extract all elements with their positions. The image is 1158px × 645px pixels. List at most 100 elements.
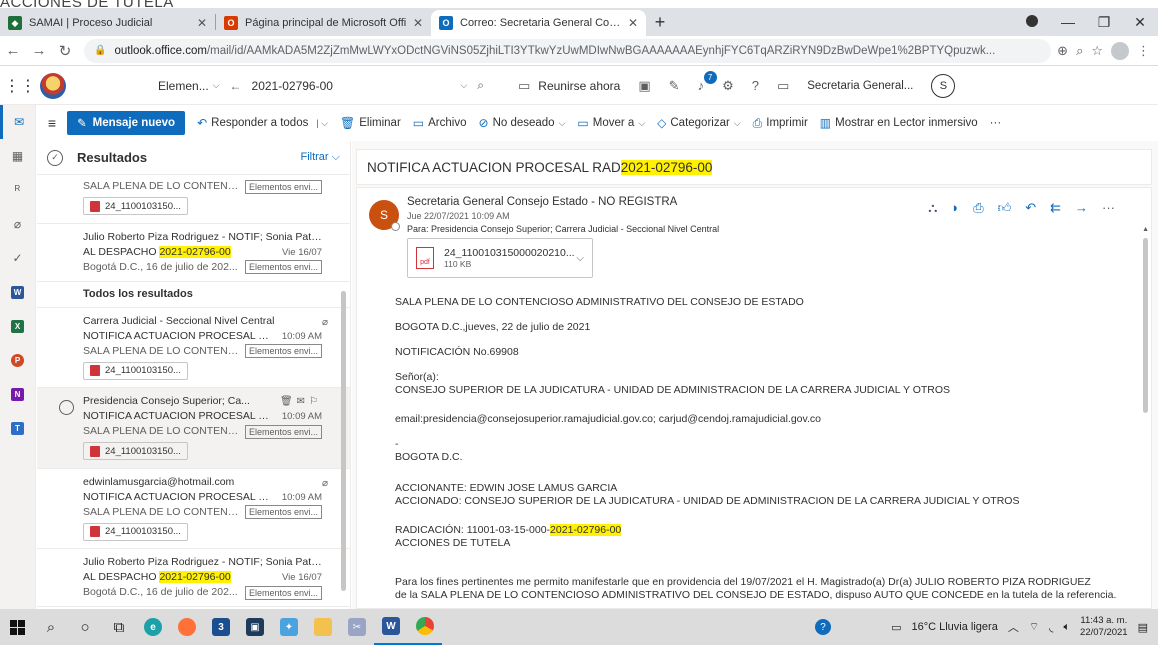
search-box[interactable]: Elemen... ⌵ ← 2021-02796-00 ⌵ ⌕ bbox=[158, 78, 498, 93]
star-icon[interactable]: ☆ bbox=[1091, 43, 1103, 59]
install-app-icon[interactable]: ⊕ bbox=[1057, 43, 1068, 59]
zoom-icon[interactable]: ⌕ bbox=[1076, 43, 1083, 59]
more-icon[interactable]: ··· bbox=[1102, 200, 1115, 216]
chrome-icon[interactable] bbox=[408, 609, 442, 645]
help-icon[interactable]: ? bbox=[752, 78, 759, 93]
powerpoint-icon[interactable]: P bbox=[0, 343, 35, 377]
close-icon[interactable]: ✕ bbox=[413, 16, 423, 30]
profile-icon[interactable] bbox=[1014, 14, 1050, 30]
attachment-card[interactable]: pdf 24_110010315000020210... 110 KB ⌵ bbox=[407, 238, 593, 278]
sender-name[interactable]: Secretaria General Consejo Estado - NO R… bbox=[407, 196, 677, 208]
calendar-icon[interactable]: ▦ bbox=[0, 139, 35, 173]
search-icon[interactable]: ⌕ bbox=[477, 78, 484, 93]
settings-icon[interactable]: ⚙ bbox=[722, 78, 734, 94]
move-to-button[interactable]: ▭ Mover a ⌵ bbox=[577, 116, 645, 130]
close-icon[interactable]: ✕ bbox=[197, 16, 207, 30]
task-view-icon[interactable]: ⧉ bbox=[102, 609, 136, 645]
account-name[interactable]: Secretaria General... bbox=[807, 80, 913, 92]
app-icon[interactable]: ✦ bbox=[272, 609, 306, 645]
todo-rail-icon[interactable]: ✓ bbox=[0, 241, 35, 275]
tab-outlook[interactable]: O Correo: Secretaria General Conse ✕ bbox=[431, 10, 646, 36]
tray-chevron-icon[interactable]: ︿ bbox=[1008, 619, 1019, 635]
print-icon[interactable]: ⎙ bbox=[973, 200, 983, 216]
url-input[interactable]: 🔒 outlook.office.com/mail/id/AAMkADA5M2Z… bbox=[84, 38, 1052, 63]
scroll-up-icon[interactable]: ▲ bbox=[1142, 226, 1149, 233]
list-item[interactable]: ⌀ Carrera Judicial - Seccional Nivel Cen… bbox=[37, 308, 350, 388]
todo-icon[interactable]: ✎ bbox=[669, 78, 680, 94]
list-item[interactable]: ⌀ edwinlamusgarcia@hotmail.com NOTIFICA … bbox=[37, 469, 350, 549]
file-explorer-icon[interactable] bbox=[306, 609, 340, 645]
help-tray-icon[interactable]: ? bbox=[815, 619, 832, 635]
word-taskbar-icon[interactable]: W bbox=[374, 609, 408, 645]
minimize-icon[interactable]: — bbox=[1050, 14, 1086, 30]
wifi-icon[interactable]: ◟ bbox=[1049, 621, 1053, 634]
attachment-chip[interactable]: 24_1100103150... bbox=[83, 442, 188, 460]
system-clock[interactable]: 11:43 a. m. 22/07/2021 bbox=[1080, 615, 1128, 639]
attachment-chip[interactable]: 24_1100103150... bbox=[83, 522, 188, 541]
search-scope-dropdown[interactable]: Elemen... bbox=[158, 79, 209, 93]
like-icon[interactable]: 👍︎ bbox=[998, 200, 1012, 216]
close-icon[interactable]: ✕ bbox=[628, 16, 638, 30]
notification-center-icon[interactable]: ▤ bbox=[1138, 621, 1148, 634]
restore-icon[interactable]: ❐ bbox=[1086, 14, 1122, 31]
forward-icon[interactable]: → bbox=[26, 42, 52, 59]
list-scrollbar[interactable] bbox=[341, 291, 346, 591]
reply-all-button[interactable]: ↶ Responder a todos | ⌵ bbox=[197, 116, 328, 130]
immersive-icon[interactable]: ◗ bbox=[951, 200, 959, 216]
chevron-down-icon[interactable]: ⌵ bbox=[576, 253, 584, 264]
store-icon[interactable]: ▣ bbox=[238, 609, 272, 645]
reply-icon[interactable]: ↶ bbox=[1025, 200, 1036, 216]
word-icon[interactable]: W bbox=[0, 275, 35, 309]
attachment-chip[interactable]: 24_1100103150... bbox=[83, 361, 188, 380]
weather-text[interactable]: 16°C Lluvia ligera bbox=[911, 621, 997, 633]
tab-samai[interactable]: ◆ SAMAI | Proceso Judicial ✕ bbox=[0, 10, 215, 36]
people-icon[interactable]: ᴿ bbox=[0, 173, 35, 207]
volume-icon[interactable]: 🔈︎ bbox=[1063, 621, 1070, 634]
mail-app-icon[interactable]: 3 bbox=[204, 609, 238, 645]
sender-avatar[interactable]: S bbox=[369, 200, 400, 231]
tab-office[interactable]: O Página principal de Microsoft Offi ✕ bbox=[216, 10, 431, 36]
profile-avatar[interactable] bbox=[1111, 41, 1129, 60]
search-input[interactable]: 2021-02796-00 bbox=[252, 79, 333, 93]
attachments-icon[interactable]: ⌀ bbox=[0, 207, 35, 241]
reload-icon[interactable]: ↻ bbox=[52, 42, 78, 60]
quick-actions[interactable]: 🗑✉⚐ bbox=[280, 394, 322, 409]
mail-icon[interactable]: ✉ bbox=[0, 105, 35, 139]
hamburger-icon[interactable]: ≡ bbox=[37, 115, 67, 131]
archive-button[interactable]: ▭ Archivo bbox=[413, 116, 467, 130]
junk-button[interactable]: ⊘ No deseado ⌵ bbox=[479, 116, 566, 130]
reply-all-icon[interactable]: ⇇ bbox=[1050, 200, 1061, 216]
snipping-tool-icon[interactable]: ✂ bbox=[340, 609, 374, 645]
list-item[interactable]: Julio Roberto Piza Rodriguez - NOTIF; So… bbox=[37, 224, 350, 282]
windows-start-icon[interactable] bbox=[0, 609, 34, 645]
teams-icon[interactable]: ▣ bbox=[638, 78, 650, 94]
teams-rail-icon[interactable]: T bbox=[0, 411, 35, 445]
search-icon[interactable]: ⌕ bbox=[34, 609, 68, 645]
feedback-icon[interactable]: ▭ bbox=[777, 78, 789, 94]
edge-icon[interactable]: e bbox=[136, 609, 170, 645]
select-radio[interactable] bbox=[59, 400, 74, 415]
notifications-icon[interactable]: ♪ 7 bbox=[698, 71, 717, 93]
categorize-button[interactable]: ◇ Categorizar ⌵ bbox=[657, 116, 741, 130]
teams-share-icon[interactable]: ⛬ bbox=[928, 200, 937, 216]
meet-now-button[interactable]: ▭ Reunirse ahora bbox=[518, 78, 620, 94]
back-search-icon[interactable]: ← bbox=[230, 79, 242, 93]
account-avatar[interactable]: S bbox=[931, 73, 956, 98]
firefox-icon[interactable] bbox=[170, 609, 204, 645]
onenote-icon[interactable]: N bbox=[0, 377, 35, 411]
list-item[interactable]: SALA PLENA DE LO CONTENCI... Elementos en… bbox=[37, 175, 350, 224]
network-icon[interactable]: ⌔ bbox=[1029, 620, 1039, 634]
print-button[interactable]: ⎙ Imprimir bbox=[753, 116, 808, 131]
excel-icon[interactable]: X bbox=[0, 309, 35, 343]
reading-scrollbar[interactable] bbox=[1143, 238, 1148, 413]
filter-button[interactable]: Filtrar ⌵ bbox=[300, 151, 340, 164]
new-tab-button[interactable]: + bbox=[646, 12, 674, 33]
attachment-chip[interactable]: 24_1100103150... bbox=[83, 197, 188, 215]
back-icon[interactable]: ← bbox=[0, 42, 26, 59]
kebab-menu-icon[interactable]: ⋮ bbox=[1137, 43, 1150, 59]
immersive-reader-button[interactable]: ▥ Mostrar en Lector inmersivo bbox=[820, 116, 978, 130]
list-item[interactable]: Julio Roberto Piza Rodriguez - NOTIF; So… bbox=[37, 549, 350, 607]
cortana-icon[interactable]: ○ bbox=[68, 609, 102, 645]
close-window-icon[interactable]: ✕ bbox=[1122, 14, 1158, 31]
more-actions-button[interactable]: ··· bbox=[990, 117, 1002, 129]
